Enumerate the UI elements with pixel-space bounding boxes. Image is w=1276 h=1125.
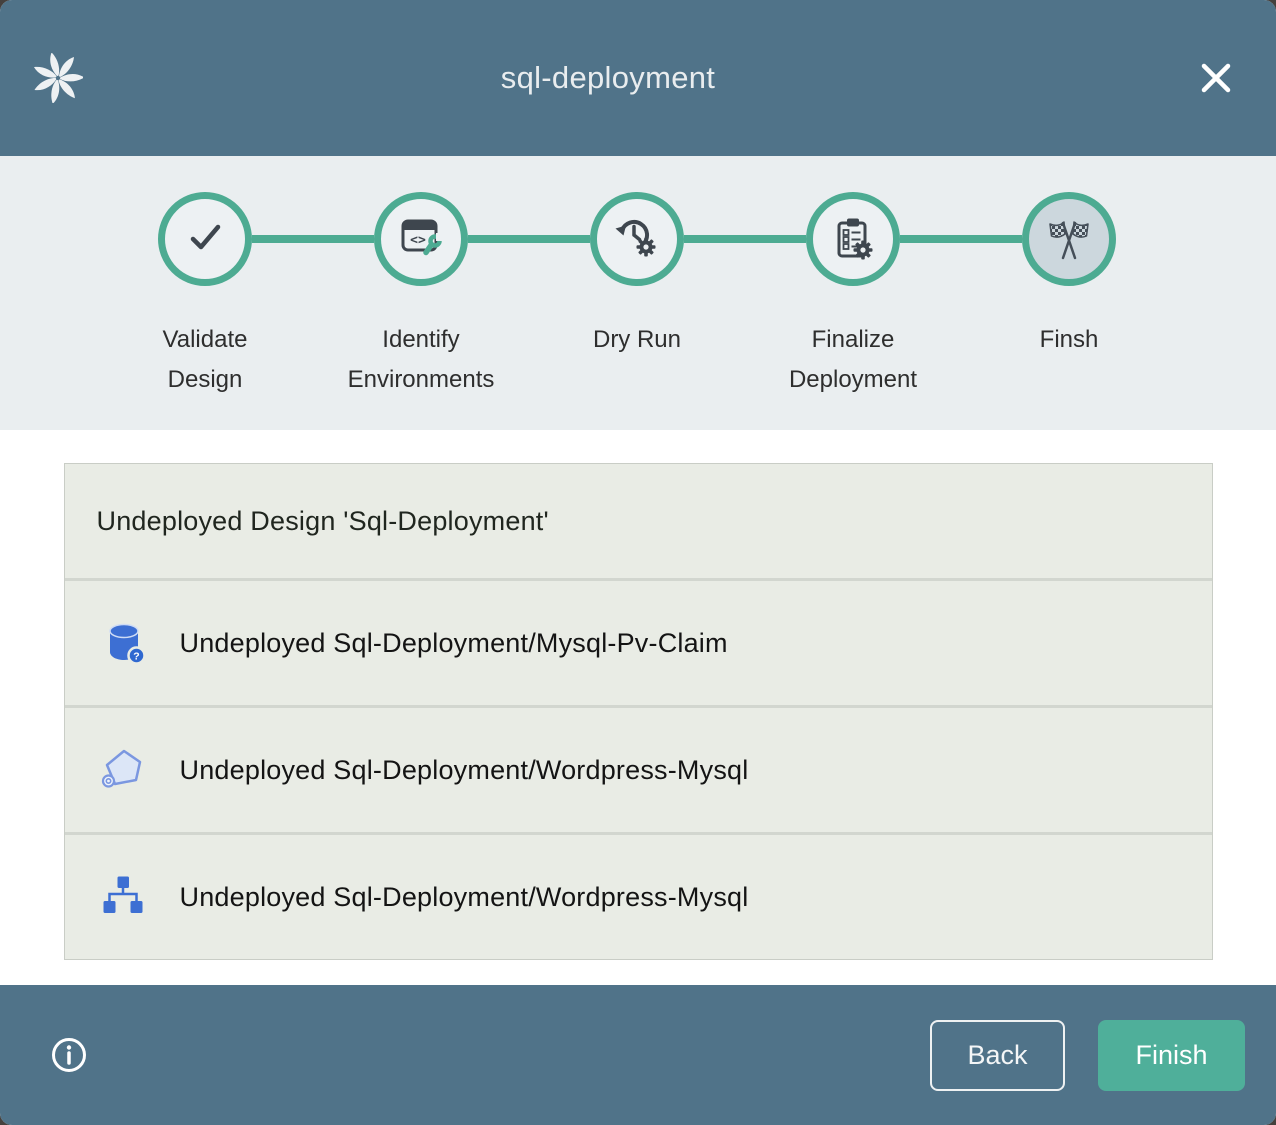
info-icon[interactable] [50, 1036, 88, 1074]
step-label: Validate Design [130, 320, 280, 400]
step-circle [590, 192, 684, 286]
step-dry-run: Dry Run [529, 156, 745, 430]
svg-text:?: ? [133, 651, 139, 663]
result-text: Undeployed Sql-Deployment/Wordpress-Mysq… [180, 755, 749, 786]
result-row-wordpress-mysql-pod: Undeployed Sql-Deployment/Wordpress-Mysq… [65, 705, 1212, 832]
results-area: Undeployed Design 'Sql-Deployment' ? Und… [0, 430, 1276, 985]
result-text: Undeployed Sql-Deployment/Wordpress-Mysq… [180, 882, 749, 913]
code-window-wrench-icon: <> [398, 214, 444, 265]
step-label: Identify Environments [346, 320, 496, 400]
step-circle [158, 192, 252, 286]
database-icon: ? [101, 620, 147, 666]
step-label: Finalize Deployment [778, 320, 928, 400]
step-finish: Finsh [961, 156, 1177, 430]
step-label: Finsh [994, 320, 1144, 360]
dialog-footer: Back Finish [0, 985, 1276, 1125]
step-identify-environments: <> Identify Environments [313, 156, 529, 430]
close-icon[interactable] [1198, 60, 1234, 96]
step-circle-active [1022, 192, 1116, 286]
step-label: Dry Run [562, 320, 712, 360]
wizard-stepper: Validate Design <> Identify Environments [0, 156, 1276, 430]
checkered-flags-icon [1046, 214, 1092, 265]
result-text: Undeployed Sql-Deployment/Mysql-Pv-Claim [180, 628, 728, 659]
svg-text:<>: <> [410, 233, 426, 248]
step-circle: <> [374, 192, 468, 286]
step-finalize-deployment: Finalize Deployment [745, 156, 961, 430]
step-connector [252, 235, 374, 243]
dialog-header: sql-deployment [0, 0, 1276, 156]
results-header: Undeployed Design 'Sql-Deployment' [65, 464, 1212, 578]
step-circle [806, 192, 900, 286]
step-connector [684, 235, 806, 243]
check-icon [182, 214, 228, 265]
topology-icon [101, 874, 147, 920]
back-button[interactable]: Back [930, 1020, 1065, 1091]
result-row-mysql-pv-claim: ? Undeployed Sql-Deployment/Mysql-Pv-Cla… [65, 578, 1212, 705]
step-validate-design: Validate Design [97, 156, 313, 430]
finish-button[interactable]: Finish [1098, 1020, 1245, 1091]
step-connector [468, 235, 590, 243]
deployment-wizard-dialog: sql-deployment Validate Design [0, 0, 1276, 1125]
step-connector [900, 235, 1022, 243]
deployment-results-panel: Undeployed Design 'Sql-Deployment' ? Und… [64, 463, 1213, 960]
clipboard-gear-icon [830, 214, 876, 265]
history-gear-icon [614, 214, 660, 265]
pod-icon [101, 747, 147, 793]
result-row-wordpress-mysql-topology: Undeployed Sql-Deployment/Wordpress-Mysq… [65, 832, 1212, 959]
dialog-title: sql-deployment [0, 60, 1216, 96]
